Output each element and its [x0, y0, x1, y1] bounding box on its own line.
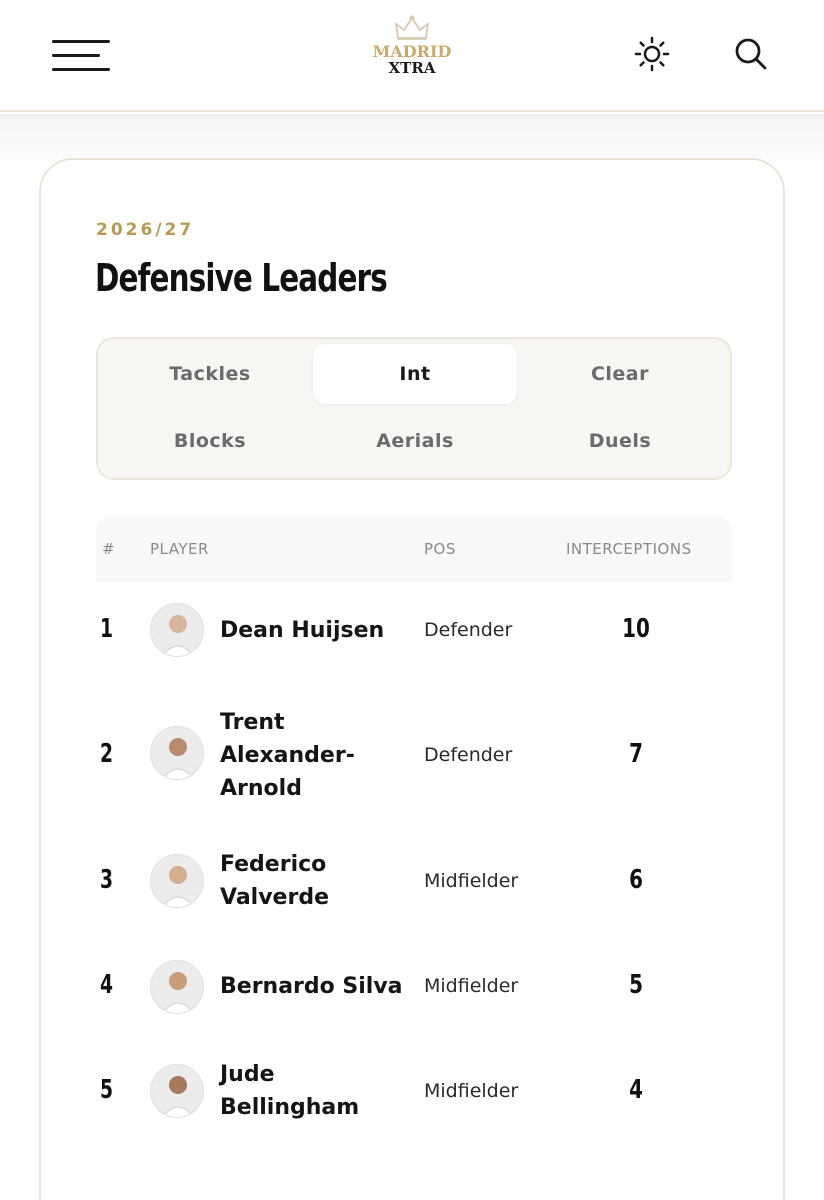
search-icon	[735, 38, 767, 70]
player-position: Defender	[424, 619, 513, 641]
interceptions-value: 7	[629, 739, 643, 769]
table-row[interactable]: 3 Federico Valverde Midfielder 6	[96, 848, 732, 918]
column-pos: POS	[424, 540, 456, 558]
column-rank: #	[102, 540, 116, 558]
logo-text-xtra: XTRA	[388, 59, 436, 77]
player-position: Midfielder	[424, 975, 519, 997]
player-name[interactable]: Bernardo Silva	[220, 970, 420, 1003]
table-row[interactable]: 1 Dean Huijsen Defender 10	[96, 600, 732, 660]
tab-tackles[interactable]: Tackles	[108, 344, 312, 404]
player-avatar[interactable]	[150, 854, 204, 908]
tab-blocks[interactable]: Blocks	[108, 411, 312, 471]
player-avatar[interactable]	[150, 726, 204, 780]
menu-icon[interactable]	[52, 40, 110, 72]
column-interceptions: INTERCEPTIONS	[566, 540, 692, 558]
stat-tabs: Tackles Int Clear Blocks Aerials Duels	[96, 337, 732, 480]
defensive-leaders-card: 2026/27 Defensive Leaders Tackles Int Cl…	[39, 158, 785, 1200]
table-row[interactable]: 2 Trent Alexander-Arnold Defender 7	[96, 706, 732, 806]
tab-duels[interactable]: Duels	[518, 411, 722, 471]
player-position: Defender	[424, 744, 513, 766]
row-rank: 3	[100, 865, 114, 895]
season-label: 2026/27	[96, 220, 195, 240]
logo-text-madrid: MADRID	[372, 42, 452, 61]
row-rank: 2	[100, 739, 114, 769]
top-bar: MADRID XTRA	[0, 0, 824, 112]
player-avatar[interactable]	[150, 1064, 204, 1118]
site-logo[interactable]: MADRID XTRA	[366, 14, 458, 84]
player-avatar[interactable]	[150, 603, 204, 657]
player-position: Midfielder	[424, 1080, 519, 1102]
row-rank: 1	[100, 614, 114, 644]
table-header: # PLAYER POS INTERCEPTIONS	[96, 516, 732, 582]
column-player: PLAYER	[150, 540, 209, 558]
card-title: Defensive Leaders	[95, 256, 388, 300]
interceptions-value: 5	[629, 970, 643, 1000]
table-row[interactable]: 5 Jude Bellingham Midfielder 4	[96, 1058, 732, 1128]
row-rank: 5	[100, 1075, 114, 1105]
player-name[interactable]: Federico Valverde	[220, 848, 370, 914]
player-position: Midfielder	[424, 870, 519, 892]
tab-clear[interactable]: Clear	[518, 344, 722, 404]
sun-icon	[634, 36, 670, 72]
search-button[interactable]	[733, 36, 769, 72]
interceptions-value: 10	[622, 614, 650, 644]
table-row[interactable]: 4 Bernardo Silva Midfielder 5	[96, 958, 732, 1018]
interceptions-value: 4	[629, 1075, 643, 1105]
tab-int[interactable]: Int	[313, 344, 517, 404]
player-avatar[interactable]	[150, 960, 204, 1014]
player-name[interactable]: Trent Alexander-Arnold	[220, 706, 370, 805]
crown-icon	[394, 15, 430, 40]
interceptions-value: 6	[629, 865, 643, 895]
player-name[interactable]: Dean Huijsen	[220, 614, 410, 647]
theme-toggle-button[interactable]	[634, 36, 670, 72]
player-name[interactable]: Jude Bellingham	[220, 1058, 370, 1124]
tab-aerials[interactable]: Aerials	[313, 411, 517, 471]
row-rank: 4	[100, 970, 114, 1000]
